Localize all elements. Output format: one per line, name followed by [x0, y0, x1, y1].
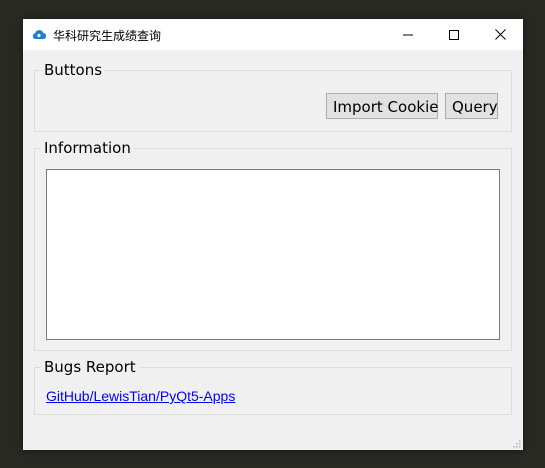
close-icon	[494, 29, 506, 40]
maximize-icon	[449, 29, 459, 40]
resize-grip-icon[interactable]	[511, 438, 521, 448]
information-text-area[interactable]	[46, 169, 500, 340]
information-group: Information	[34, 139, 512, 351]
main-window: 华科研究生成绩查询 Buttons Import Cookie Query In…	[23, 19, 523, 450]
window-title: 华科研究生成绩查询	[53, 29, 162, 43]
query-button[interactable]: Query	[445, 93, 498, 119]
title-bar[interactable]: 华科研究生成绩查询	[23, 19, 523, 50]
minimize-icon	[403, 34, 413, 35]
maximize-button[interactable]	[431, 19, 477, 50]
github-link[interactable]: GitHub/LewisTian/PyQt5-Apps	[46, 388, 235, 404]
bugs-report-group: Bugs Report GitHub/LewisTian/PyQt5-Apps	[34, 358, 512, 415]
bugs-report-group-title: Bugs Report	[41, 358, 139, 376]
buttons-group-title: Buttons	[41, 61, 106, 79]
information-group-title: Information	[41, 139, 134, 157]
cloud-icon	[32, 30, 47, 40]
import-cookie-button[interactable]: Import Cookie	[326, 93, 438, 119]
close-button[interactable]	[477, 19, 523, 50]
buttons-group: Buttons Import Cookie Query	[34, 61, 512, 132]
minimize-button[interactable]	[385, 19, 431, 50]
